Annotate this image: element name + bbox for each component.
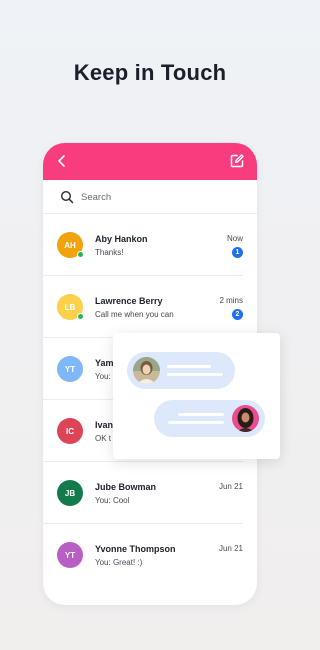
message-preview: You: <box>95 372 111 381</box>
contact-name: Ivan <box>95 420 114 430</box>
message-line <box>167 373 223 376</box>
chat-preview-card <box>113 333 280 459</box>
unread-badge: 2 <box>232 309 243 320</box>
message-time: Jun 21 <box>218 544 243 553</box>
search-bar <box>43 180 257 214</box>
avatar-initials: YT <box>64 364 76 374</box>
contact-name: Lawrence Berry <box>95 296 163 306</box>
avatar-initials: IC <box>66 426 74 436</box>
avatar: IC <box>57 418 83 444</box>
message-line <box>167 365 211 368</box>
search-input[interactable] <box>81 188 241 206</box>
avatar <box>133 357 160 384</box>
avatar-initials: YT <box>64 550 76 560</box>
message-time: 2 mins <box>219 296 243 305</box>
contact-name: Yam <box>95 358 114 368</box>
outgoing-message-bubble <box>154 400 265 437</box>
contact-name: Aby Hankon <box>95 234 148 244</box>
conversation-row[interactable]: LB Lawrence Berry Call me when you can 2 mi… <box>43 276 243 338</box>
online-status-icon <box>77 313 84 320</box>
message-preview: Call me when you can <box>95 310 174 319</box>
avatar: LB <box>57 294 84 320</box>
avatar-initials: LB <box>64 302 76 312</box>
conversation-row[interactable]: JB Jube Bowman You: Cool Jun 21 <box>43 462 243 524</box>
avatar-initials: AH <box>64 240 76 250</box>
avatar: AH <box>57 232 84 258</box>
compose-icon[interactable] <box>229 153 245 169</box>
message-preview: Thanks! <box>95 248 124 257</box>
page-headline: Keep in Touch <box>73 60 227 85</box>
avatar: YT <box>57 356 83 382</box>
avatar <box>232 405 259 432</box>
chevron-left-icon[interactable] <box>55 154 69 168</box>
message-preview: You: Cool <box>95 496 130 505</box>
message-line <box>168 421 224 424</box>
online-status-icon <box>77 251 84 258</box>
app-bar <box>43 143 257 180</box>
message-line <box>178 413 224 416</box>
message-time: Jun 21 <box>218 482 243 491</box>
avatar: JB <box>57 480 83 506</box>
contact-name: Yvonne Thompson <box>95 544 176 554</box>
conversation-row[interactable]: YT Yvonne Thompson You: Great! :) Jun 21 <box>43 524 243 586</box>
message-time: Now <box>226 234 243 243</box>
unread-badge: 1 <box>232 247 243 258</box>
search-icon <box>60 190 74 204</box>
contact-name: Jube Bowman <box>95 482 157 492</box>
avatar-initials: JB <box>64 488 76 498</box>
message-preview: OK t <box>95 434 112 443</box>
message-preview: You: Great! :) <box>95 558 143 567</box>
conversation-row[interactable]: AH Aby Hankon Thanks! Now 1 <box>43 214 243 276</box>
avatar: YT <box>57 542 83 568</box>
incoming-message-bubble <box>127 352 235 389</box>
